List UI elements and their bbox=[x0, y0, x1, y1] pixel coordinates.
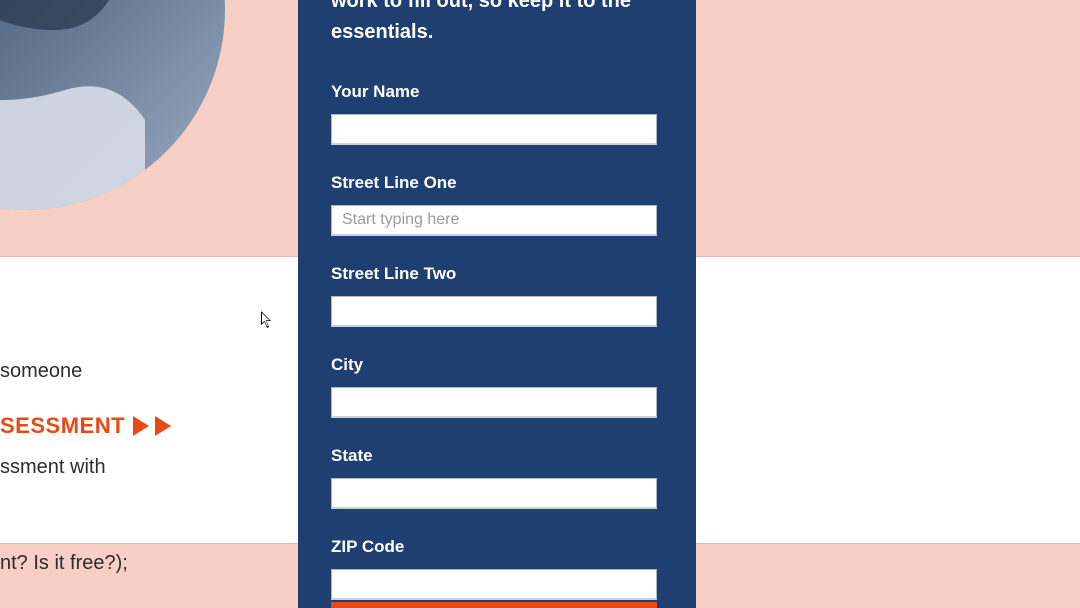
mouse-cursor-icon bbox=[261, 311, 273, 329]
cta-link[interactable]: SESSMENT bbox=[0, 413, 171, 439]
input-name[interactable] bbox=[331, 114, 657, 145]
field-street-one: Street Line One bbox=[331, 173, 663, 236]
field-city: City bbox=[331, 355, 663, 418]
cta-arrows bbox=[133, 416, 171, 436]
label-zip: ZIP Code bbox=[331, 537, 663, 557]
field-zip: ZIP Code bbox=[331, 537, 663, 600]
cta-label: SESSMENT bbox=[0, 413, 125, 439]
label-street-two: Street Line Two bbox=[331, 264, 663, 284]
label-street-one: Street Line One bbox=[331, 173, 663, 193]
triangle-right-icon bbox=[133, 416, 149, 436]
label-city: City bbox=[331, 355, 663, 375]
input-state[interactable] bbox=[331, 478, 657, 509]
label-state: State bbox=[331, 446, 663, 466]
page-root: someone ssment with nt? Is it free?); SE… bbox=[0, 0, 1080, 608]
field-street-two: Street Line Two bbox=[331, 264, 663, 327]
left-copy-fragment: someone ssment with nt? Is it free?); bbox=[0, 291, 260, 608]
submit-button[interactable] bbox=[331, 602, 657, 608]
triangle-right-icon bbox=[155, 416, 171, 436]
label-name: Your Name bbox=[331, 82, 663, 102]
form-panel: work to fill out, so keep it to the esse… bbox=[298, 0, 696, 608]
left-copy-line-2: ssment with bbox=[0, 451, 260, 483]
field-name: Your Name bbox=[331, 82, 663, 145]
left-copy-line-1: someone bbox=[0, 355, 260, 387]
left-copy-line-3: nt? Is it free?); bbox=[0, 547, 260, 579]
form-intro-text: work to fill out, so keep it to the esse… bbox=[331, 0, 663, 48]
input-city[interactable] bbox=[331, 387, 657, 418]
input-street-one[interactable] bbox=[331, 205, 657, 236]
input-street-two[interactable] bbox=[331, 296, 657, 327]
input-zip[interactable] bbox=[331, 569, 657, 600]
field-state: State bbox=[331, 446, 663, 509]
